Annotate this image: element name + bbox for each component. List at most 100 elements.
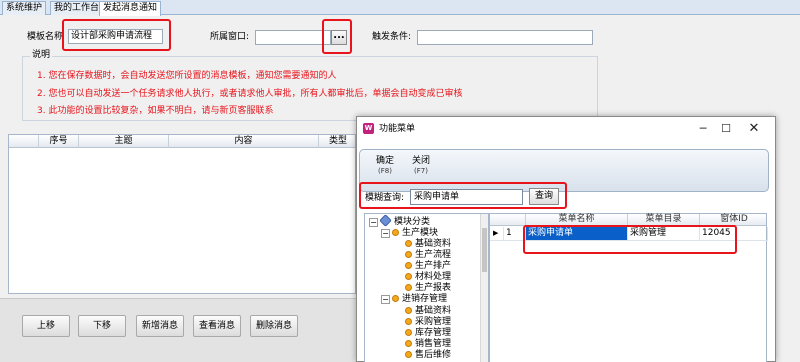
confirm-button[interactable]: 确定 (F8)	[368, 156, 402, 176]
tree-node-label: 生产报表	[415, 283, 452, 293]
node-icon	[405, 284, 412, 291]
node-icon	[405, 307, 412, 314]
tab-send-notification[interactable]: 发起消息通知	[99, 1, 162, 16]
list-col-menu-name[interactable]: 菜单名称	[526, 214, 628, 226]
tree-node-label: 进销存管理	[402, 294, 448, 304]
tree-node-item[interactable]: 材料处理	[405, 272, 451, 283]
minimize-icon[interactable]: ─	[692, 121, 714, 137]
grid-col-type[interactable]: 类型	[319, 135, 357, 148]
tree-node-item[interactable]: 库存管理	[405, 328, 451, 339]
description-line-1: 1. 您在保存数据时，会自动发送您所设置的消息模板，通知您需要通知的人	[37, 71, 337, 81]
grid-col-content[interactable]: 内容	[169, 135, 319, 148]
template-name-label: 模板名称	[27, 32, 64, 42]
collapse-toggle-icon[interactable]: −	[381, 229, 390, 238]
tree-node-item[interactable]: 基础资料	[405, 306, 451, 317]
tree-node-label: 生产排产	[415, 261, 452, 271]
search-button[interactable]: 查询	[529, 188, 559, 205]
trigger-input[interactable]	[417, 30, 593, 45]
maximize-icon[interactable]: ☐	[715, 121, 737, 137]
tree-node-label: 售后维修	[415, 350, 452, 360]
row-index: 1	[504, 227, 526, 241]
module-tree[interactable]: − 模块分类 − 生产模块 基础资料 生产流程 生产排产 材料处理 生产报表 − 进销…	[364, 213, 489, 362]
tree-node-item[interactable]: 生产流程	[405, 250, 451, 261]
description-line-3: 3. 此功能的设置比较复杂，如果不明白，请与新页客服联系	[37, 106, 274, 116]
tree-scrollbar[interactable]	[480, 214, 488, 362]
node-icon	[405, 351, 412, 358]
tree-node-inventory[interactable]: − 进销存管理	[381, 294, 447, 305]
tree-node-label: 材料处理	[415, 272, 452, 282]
node-icon	[392, 295, 399, 302]
grid-col-index[interactable]: 序号	[39, 135, 79, 148]
description-line-2: 2. 您也可以自动发送一个任务请求他人执行，或者请求他人审批，所有人都审批后，单…	[37, 89, 463, 99]
dialog-titlebar[interactable]: W 功能菜单 ─ ☐ ✕	[357, 117, 775, 141]
tab-system-maintenance[interactable]: 系统维护	[2, 1, 47, 15]
tree-node-item[interactable]: 销售管理	[405, 339, 451, 350]
dialog-title: 功能菜单	[379, 124, 416, 134]
node-icon	[405, 340, 412, 347]
tree-node-label: 销售管理	[415, 339, 452, 349]
tab-strip: 系统维护 我的工作台 发起消息通知	[0, 0, 800, 16]
node-icon	[405, 318, 412, 325]
trigger-label: 触发条件:	[372, 32, 412, 42]
node-icon	[392, 229, 399, 236]
function-menu-dialog: W 功能菜单 ─ ☐ ✕ 确定 (F8) 关闭 (F7) 模糊查询: 采购申请单…	[356, 116, 776, 362]
folder-icon	[379, 214, 392, 227]
message-grid-header: 序号 主题 内容 类型	[9, 135, 355, 148]
tree-node-label: 生产流程	[415, 250, 452, 260]
message-grid[interactable]: 序号 主题 内容 类型	[8, 134, 356, 294]
node-icon	[405, 262, 412, 269]
list-col-form-id[interactable]: 窗体ID	[700, 214, 768, 226]
view-message-button[interactable]: 查看消息	[193, 315, 241, 337]
node-icon	[405, 329, 412, 336]
tree-node-label: 生产模块	[402, 228, 439, 238]
close-hotkey: (F7)	[414, 167, 428, 175]
search-label: 模糊查询:	[365, 193, 405, 203]
close-icon[interactable]: ✕	[743, 121, 765, 137]
tree-scrollbar-thumb[interactable]	[482, 228, 487, 272]
collapse-toggle-icon[interactable]: −	[369, 218, 378, 227]
grid-col-blank	[9, 135, 39, 148]
browse-button[interactable]: ...	[331, 30, 347, 45]
row-menu-name[interactable]: 采购申请单	[526, 227, 628, 241]
tree-node-label: 基础资料	[415, 306, 452, 316]
row-indicator-icon: ▶	[490, 227, 504, 241]
close-button[interactable]: 关闭 (F7)	[404, 156, 438, 176]
node-icon	[405, 240, 412, 247]
template-name-input[interactable]: 设计部采购申请流程	[68, 29, 163, 44]
move-down-button[interactable]: 下移	[78, 315, 126, 337]
tab-my-workbench[interactable]: 我的工作台	[50, 1, 104, 15]
tree-node-item[interactable]: 采购管理	[405, 317, 451, 328]
close-label: 关闭	[411, 156, 430, 166]
window-label: 所属窗口:	[210, 32, 250, 42]
tree-node-label: 采购管理	[415, 317, 452, 327]
delete-message-button[interactable]: 删除消息	[250, 315, 298, 337]
tree-node-label: 模块分类	[394, 217, 431, 227]
confirm-label: 确定	[375, 156, 394, 166]
collapse-toggle-icon[interactable]: −	[381, 295, 390, 304]
tree-node-label: 库存管理	[415, 328, 452, 338]
move-up-button[interactable]: 上移	[22, 315, 70, 337]
menu-list[interactable]: 菜单名称 菜单目录 窗体ID ▶ 1 采购申请单 采购管理 12045	[489, 213, 768, 362]
confirm-hotkey: (F8)	[378, 167, 392, 175]
list-col-menu-directory[interactable]: 菜单目录	[628, 214, 700, 226]
row-menu-directory[interactable]: 采购管理	[628, 227, 700, 241]
tree-node-root[interactable]: − 模块分类	[369, 214, 431, 227]
grid-col-subject[interactable]: 主题	[79, 135, 169, 148]
node-icon	[405, 251, 412, 258]
menu-list-header: 菜单名称 菜单目录 窗体ID	[490, 214, 766, 226]
tree-node-item[interactable]: 生产排产	[405, 261, 451, 272]
node-icon	[405, 273, 412, 280]
tree-node-label: 基础资料	[415, 239, 452, 249]
table-row[interactable]: ▶ 1 采购申请单 采购管理 12045	[490, 227, 768, 241]
app-icon: W	[363, 123, 374, 134]
window-input[interactable]	[255, 30, 331, 45]
row-form-id[interactable]: 12045	[700, 227, 768, 241]
description-title: 说明	[30, 50, 53, 61]
dialog-toolbar: 确定 (F8) 关闭 (F7)	[359, 149, 769, 192]
tree-node-item[interactable]: 基础资料	[405, 239, 451, 250]
tree-node-item[interactable]: 生产报表	[405, 283, 451, 294]
search-input[interactable]: 采购申请单	[410, 189, 523, 205]
tree-node-item[interactable]: 售后维修	[405, 350, 451, 361]
tree-node-production[interactable]: − 生产模块	[381, 228, 438, 239]
add-message-button[interactable]: 新增消息	[136, 315, 184, 337]
